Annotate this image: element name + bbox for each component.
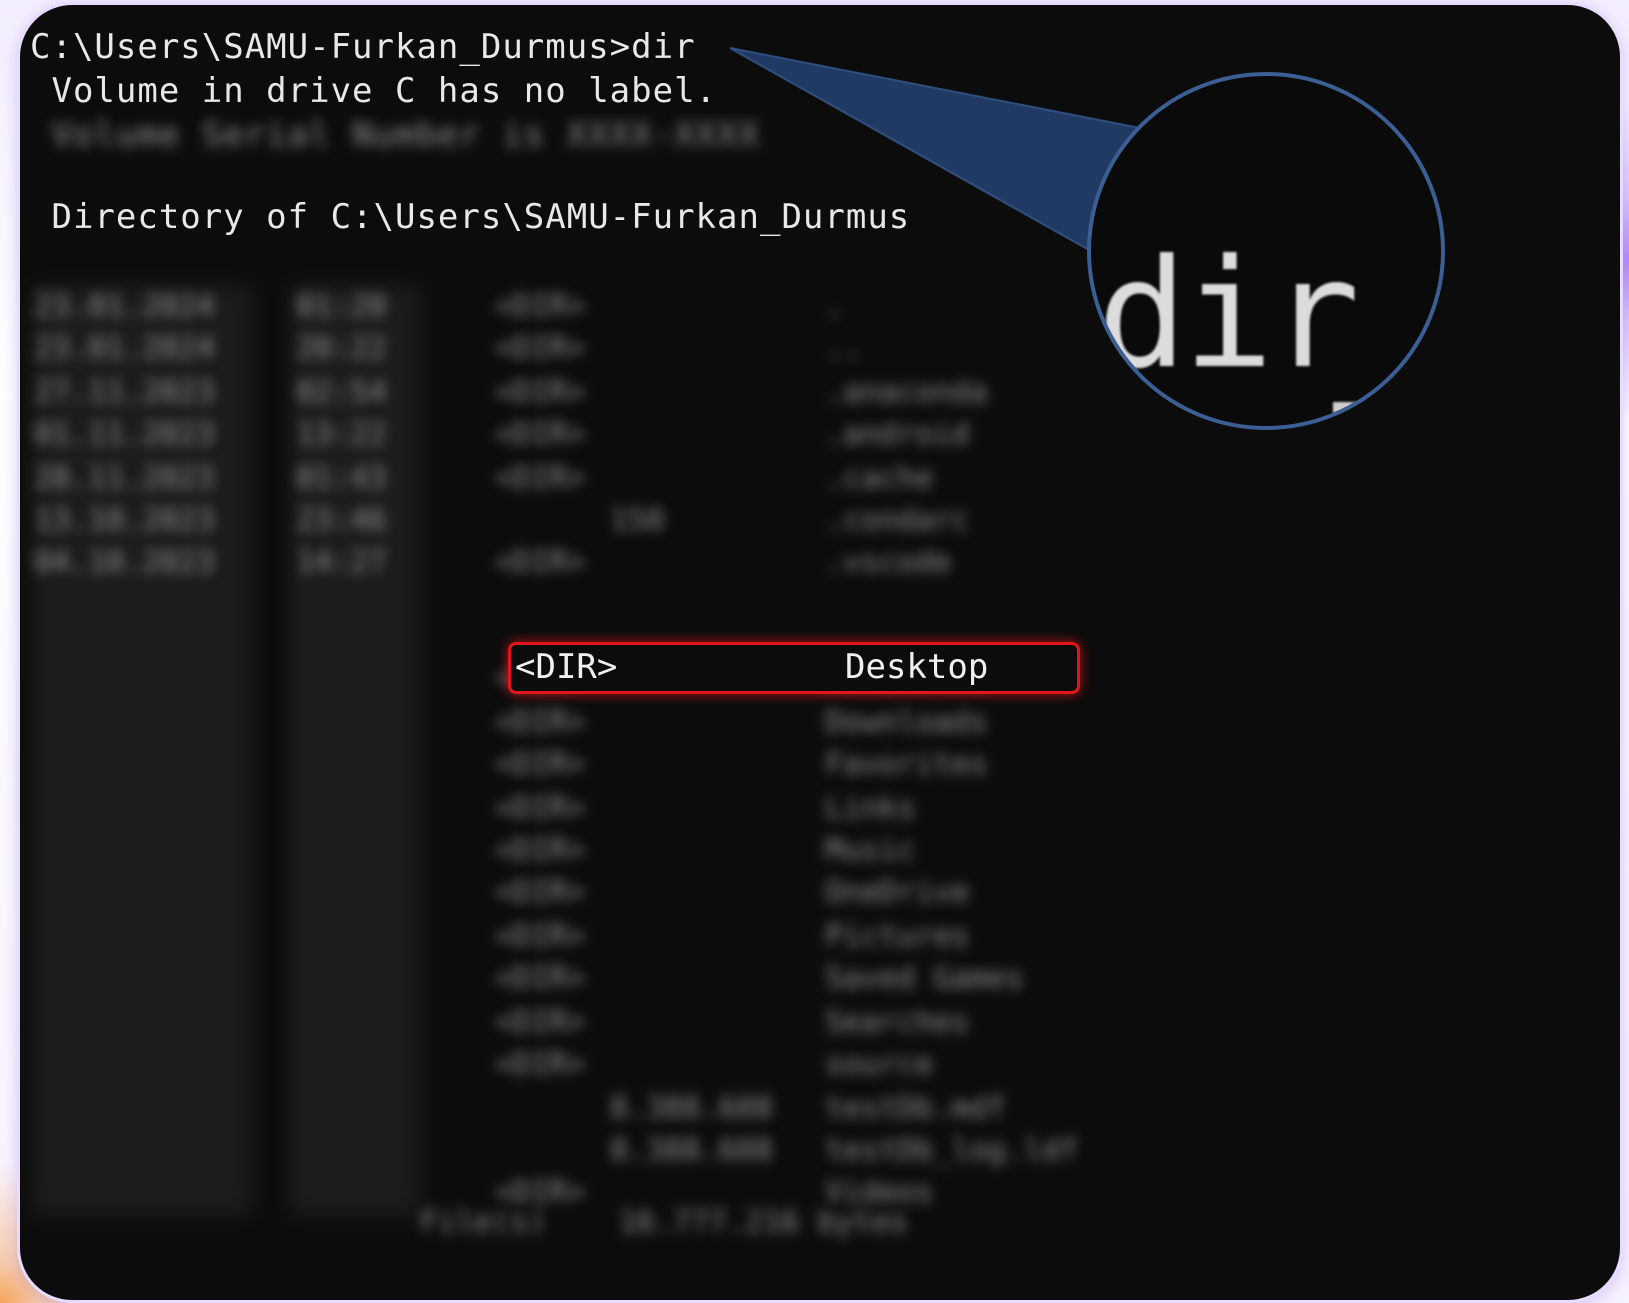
callout-wedge — [729, 47, 1142, 257]
magnified-dir-text: dir — [1097, 228, 1360, 402]
magnified-fragment — [1333, 402, 1383, 418]
magnifier-zoom-circle: dir — [1087, 72, 1445, 430]
